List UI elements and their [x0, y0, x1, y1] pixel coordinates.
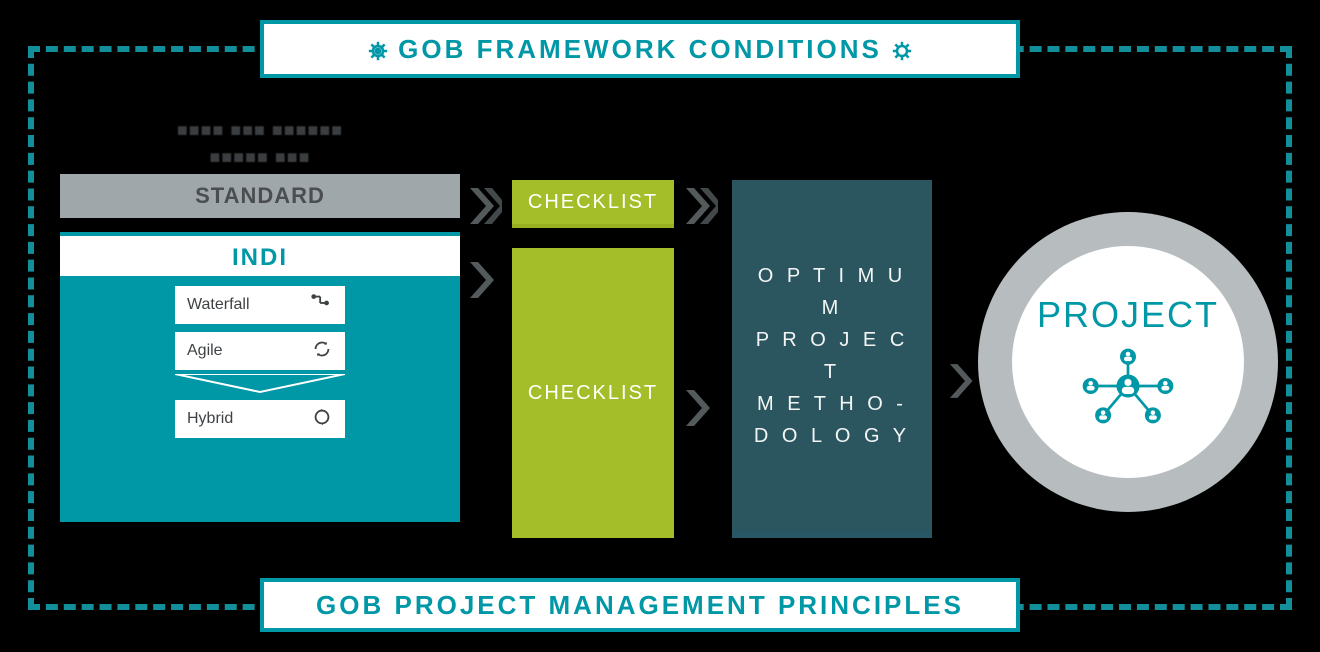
bottom-title-box: GOB PROJECT MANAGEMENT PRINCIPLES	[260, 578, 1020, 632]
bottom-title-text: GOB PROJECT MANAGEMENT PRINCIPLES	[316, 590, 964, 621]
method-hybrid: Hybrid	[175, 400, 345, 438]
checklist-big-label: CHECKLIST	[528, 382, 658, 405]
project-inner: PROJECT	[1012, 246, 1244, 478]
optimum-box: O P T I M U M P R O J E C T M E T H O - …	[732, 180, 932, 538]
agile-icon	[311, 338, 333, 365]
arrow-icon	[950, 364, 980, 398]
method-agile: Agile	[175, 332, 345, 370]
arrow-icon	[686, 390, 718, 426]
arrow-icon	[470, 188, 502, 224]
standard-label: STANDARD	[195, 183, 325, 208]
diagram-content: ■■■■ ■■■ ■■■■■■ ■■■■■ ■■■ STANDARD INDI …	[60, 120, 1260, 550]
method-list: Waterfall Agile Hybrid	[175, 286, 345, 438]
arrow-icon	[686, 188, 718, 224]
gear-icon	[882, 34, 922, 65]
indi-label: INDI	[232, 244, 288, 271]
indi-box: INDI Waterfall Agile	[60, 232, 460, 522]
hybrid-icon	[311, 406, 333, 433]
standard-bar: STANDARD	[60, 174, 460, 218]
checklist-big: CHECKLIST	[512, 248, 674, 538]
top-title-box: GOB FRAMEWORK CONDITIONS	[260, 20, 1020, 78]
obscured-heading-line2: ■■■■■ ■■■	[60, 147, 460, 168]
gear-icon	[358, 34, 398, 65]
method-label: Hybrid	[187, 410, 233, 428]
project-circle: PROJECT	[978, 212, 1278, 512]
obscured-heading-line1: ■■■■ ■■■ ■■■■■■	[60, 120, 460, 141]
arrow-icon	[470, 262, 502, 298]
left-column: ■■■■ ■■■ ■■■■■■ ■■■■■ ■■■ STANDARD INDI …	[60, 120, 460, 550]
method-waterfall: Waterfall	[175, 286, 345, 324]
checklist-top-label: CHECKLIST	[528, 191, 658, 214]
funnel-icon	[175, 374, 345, 394]
checklist-top: CHECKLIST	[512, 180, 674, 228]
top-title-text: GOB FRAMEWORK CONDITIONS	[398, 34, 882, 65]
indi-header: INDI	[60, 232, 460, 276]
waterfall-icon	[311, 292, 333, 319]
method-label: Agile	[187, 342, 223, 360]
project-label: PROJECT	[1037, 294, 1219, 336]
method-label: Waterfall	[187, 296, 250, 314]
network-icon	[1073, 346, 1183, 431]
optimum-text: O P T I M U M P R O J E C T M E T H O - …	[750, 260, 914, 452]
